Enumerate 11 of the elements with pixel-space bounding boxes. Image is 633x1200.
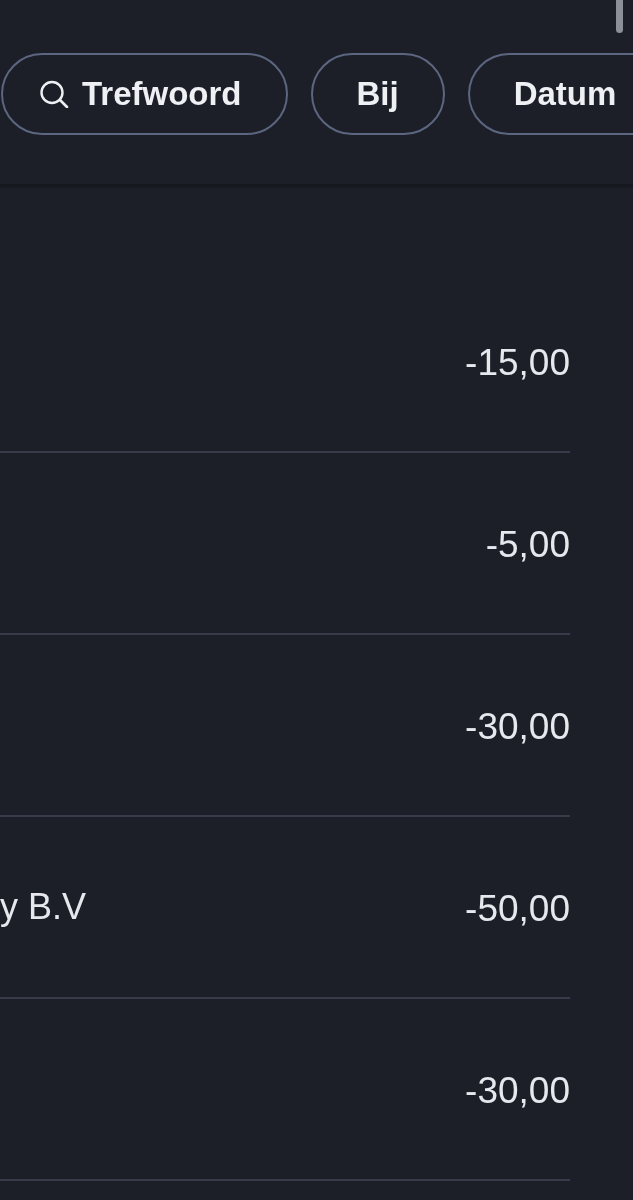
amount-text: -30,00 (465, 1069, 570, 1112)
amount-text: -15,00 (465, 341, 570, 384)
filter-chip[interactable]: Datum (467, 53, 633, 135)
amount-text: -5,00 (485, 523, 570, 566)
search-icon (39, 80, 69, 108)
scrollbar-thumb[interactable] (616, 0, 623, 33)
filter-chip[interactable]: Bij (310, 53, 445, 135)
description-text: y B.V (0, 886, 87, 928)
amount-text: -30,00 (465, 705, 570, 748)
keyword-search-button[interactable]: Trefwoord (1, 53, 288, 135)
amount-text: -50,00 (465, 887, 570, 930)
